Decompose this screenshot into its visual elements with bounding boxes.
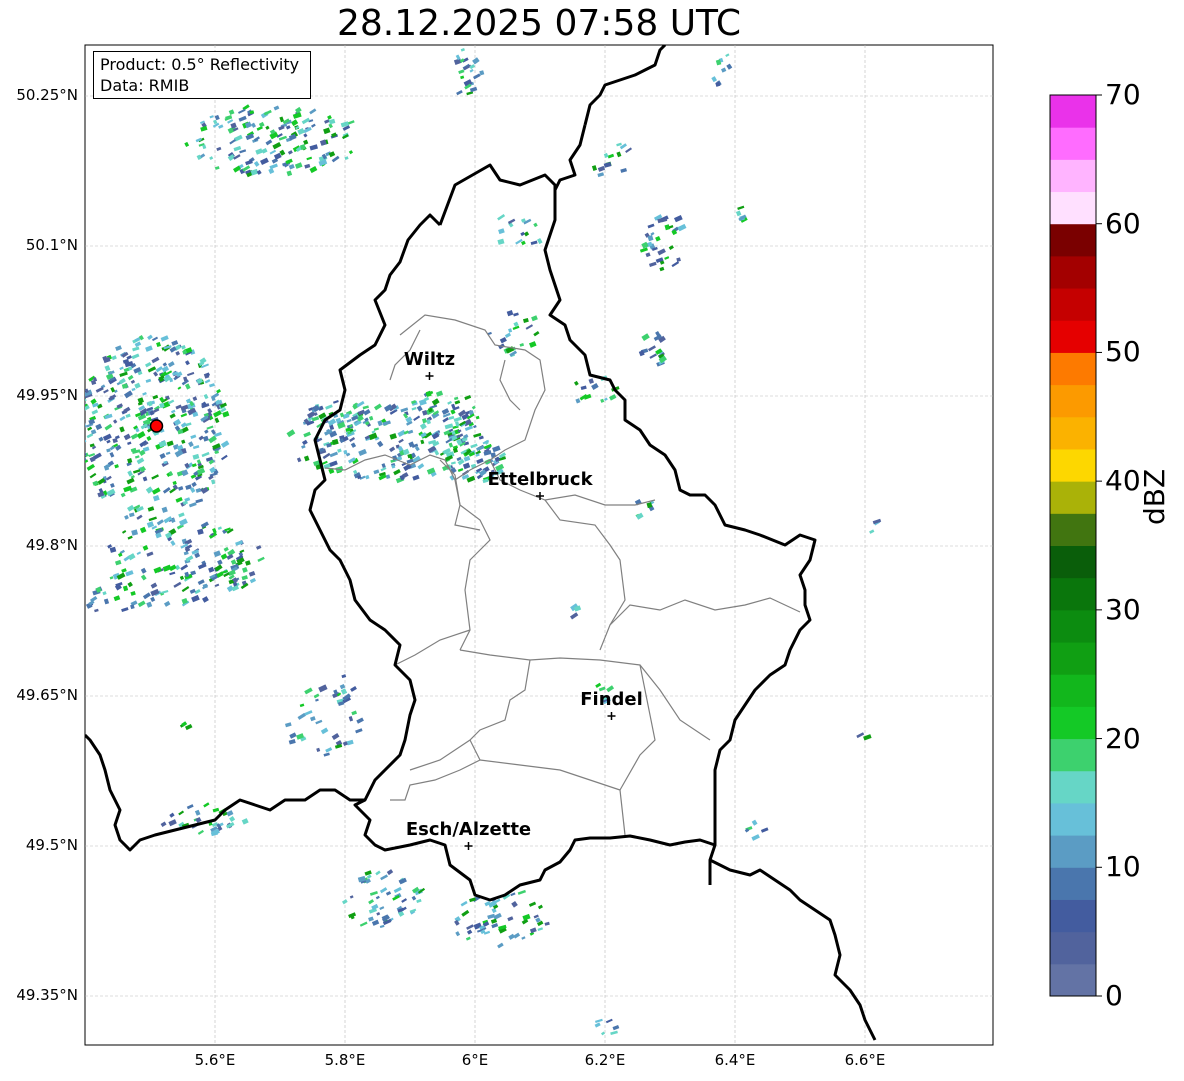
colorbar-segment bbox=[1050, 963, 1096, 997]
colorbar-segment bbox=[1050, 159, 1096, 193]
lat-tick-label: 49.35°N bbox=[16, 986, 78, 1004]
lat-tick-label: 50.1°N bbox=[25, 236, 78, 254]
colorbar-tick-label: 10 bbox=[1105, 850, 1141, 884]
colorbar-segment bbox=[1050, 255, 1096, 289]
lat-tick-label: 49.8°N bbox=[25, 536, 78, 554]
lat-tick-label: 49.65°N bbox=[16, 686, 78, 704]
colorbar-segment bbox=[1050, 288, 1096, 321]
city-label: Wiltz bbox=[403, 349, 456, 370]
colorbar-segment bbox=[1050, 191, 1096, 225]
lon-tick-label: 6°E bbox=[461, 1051, 489, 1069]
colorbar-segment bbox=[1050, 609, 1096, 643]
colorbar-segment bbox=[1050, 223, 1096, 257]
lon-tick-label: 6.2°E bbox=[584, 1051, 626, 1069]
product-label: Product: 0.5° Reflectivity bbox=[100, 55, 300, 74]
colorbar-segment bbox=[1050, 899, 1096, 933]
colorbar-segment bbox=[1050, 770, 1096, 804]
colorbar-segment bbox=[1050, 867, 1096, 900]
colorbar-tick-label: 50 bbox=[1105, 335, 1141, 369]
lon-tick-label: 5.6°E bbox=[194, 1051, 236, 1069]
radar-site-marker bbox=[149, 419, 164, 433]
lon-tick-label: 6.4°E bbox=[714, 1051, 756, 1069]
radar-map bbox=[84, 44, 1102, 1046]
colorbar-segment bbox=[1050, 127, 1096, 160]
lat-tick-label: 49.5°N bbox=[25, 836, 78, 854]
colorbar-segment bbox=[1050, 577, 1096, 611]
colorbar-tick-label: 70 bbox=[1105, 78, 1141, 111]
colorbar-segment bbox=[1050, 802, 1096, 836]
colorbar-segment bbox=[1050, 352, 1096, 386]
colorbar-segment bbox=[1050, 448, 1096, 482]
data-source-label: Data: RMIB bbox=[100, 76, 190, 95]
colorbar-segment bbox=[1050, 706, 1096, 740]
colorbar-tick-label: 0 bbox=[1105, 979, 1123, 1012]
colorbar-title: dBZ bbox=[1138, 468, 1171, 525]
colorbar-segment bbox=[1050, 513, 1096, 546]
colorbar-tick-label: 30 bbox=[1105, 592, 1141, 626]
colorbar-segment bbox=[1050, 545, 1096, 579]
colorbar-segment bbox=[1050, 835, 1096, 868]
lat-tick-label: 49.95°N bbox=[16, 386, 78, 404]
colorbar-segment bbox=[1050, 320, 1096, 353]
lon-tick-label: 6.6°E bbox=[844, 1051, 886, 1069]
product-info-box: Product: 0.5° Reflectivity Data: RMIB bbox=[93, 51, 311, 99]
lon-tick-label: 5.8°E bbox=[324, 1051, 366, 1069]
colorbar-segment bbox=[1050, 738, 1096, 772]
colorbar-segment bbox=[1050, 674, 1096, 707]
colorbar bbox=[1049, 94, 1102, 997]
city-label: Esch/Alzette bbox=[405, 819, 532, 840]
colorbar-segment bbox=[1050, 384, 1096, 418]
lat-tick-label: 50.25°N bbox=[16, 86, 78, 104]
colorbar-segment bbox=[1050, 642, 1096, 675]
colorbar-tick-label: 60 bbox=[1105, 206, 1141, 240]
colorbar-segment bbox=[1050, 95, 1096, 128]
colorbar-tick-label: 20 bbox=[1105, 721, 1141, 755]
colorbar-segment bbox=[1050, 481, 1096, 514]
city-label: Findel bbox=[580, 689, 643, 710]
city-label: Ettelbruck bbox=[487, 469, 593, 490]
map-frame bbox=[84, 44, 994, 1046]
colorbar-segment bbox=[1050, 416, 1096, 450]
colorbar-segment bbox=[1050, 931, 1096, 965]
colorbar-tick-label: 40 bbox=[1105, 464, 1141, 498]
